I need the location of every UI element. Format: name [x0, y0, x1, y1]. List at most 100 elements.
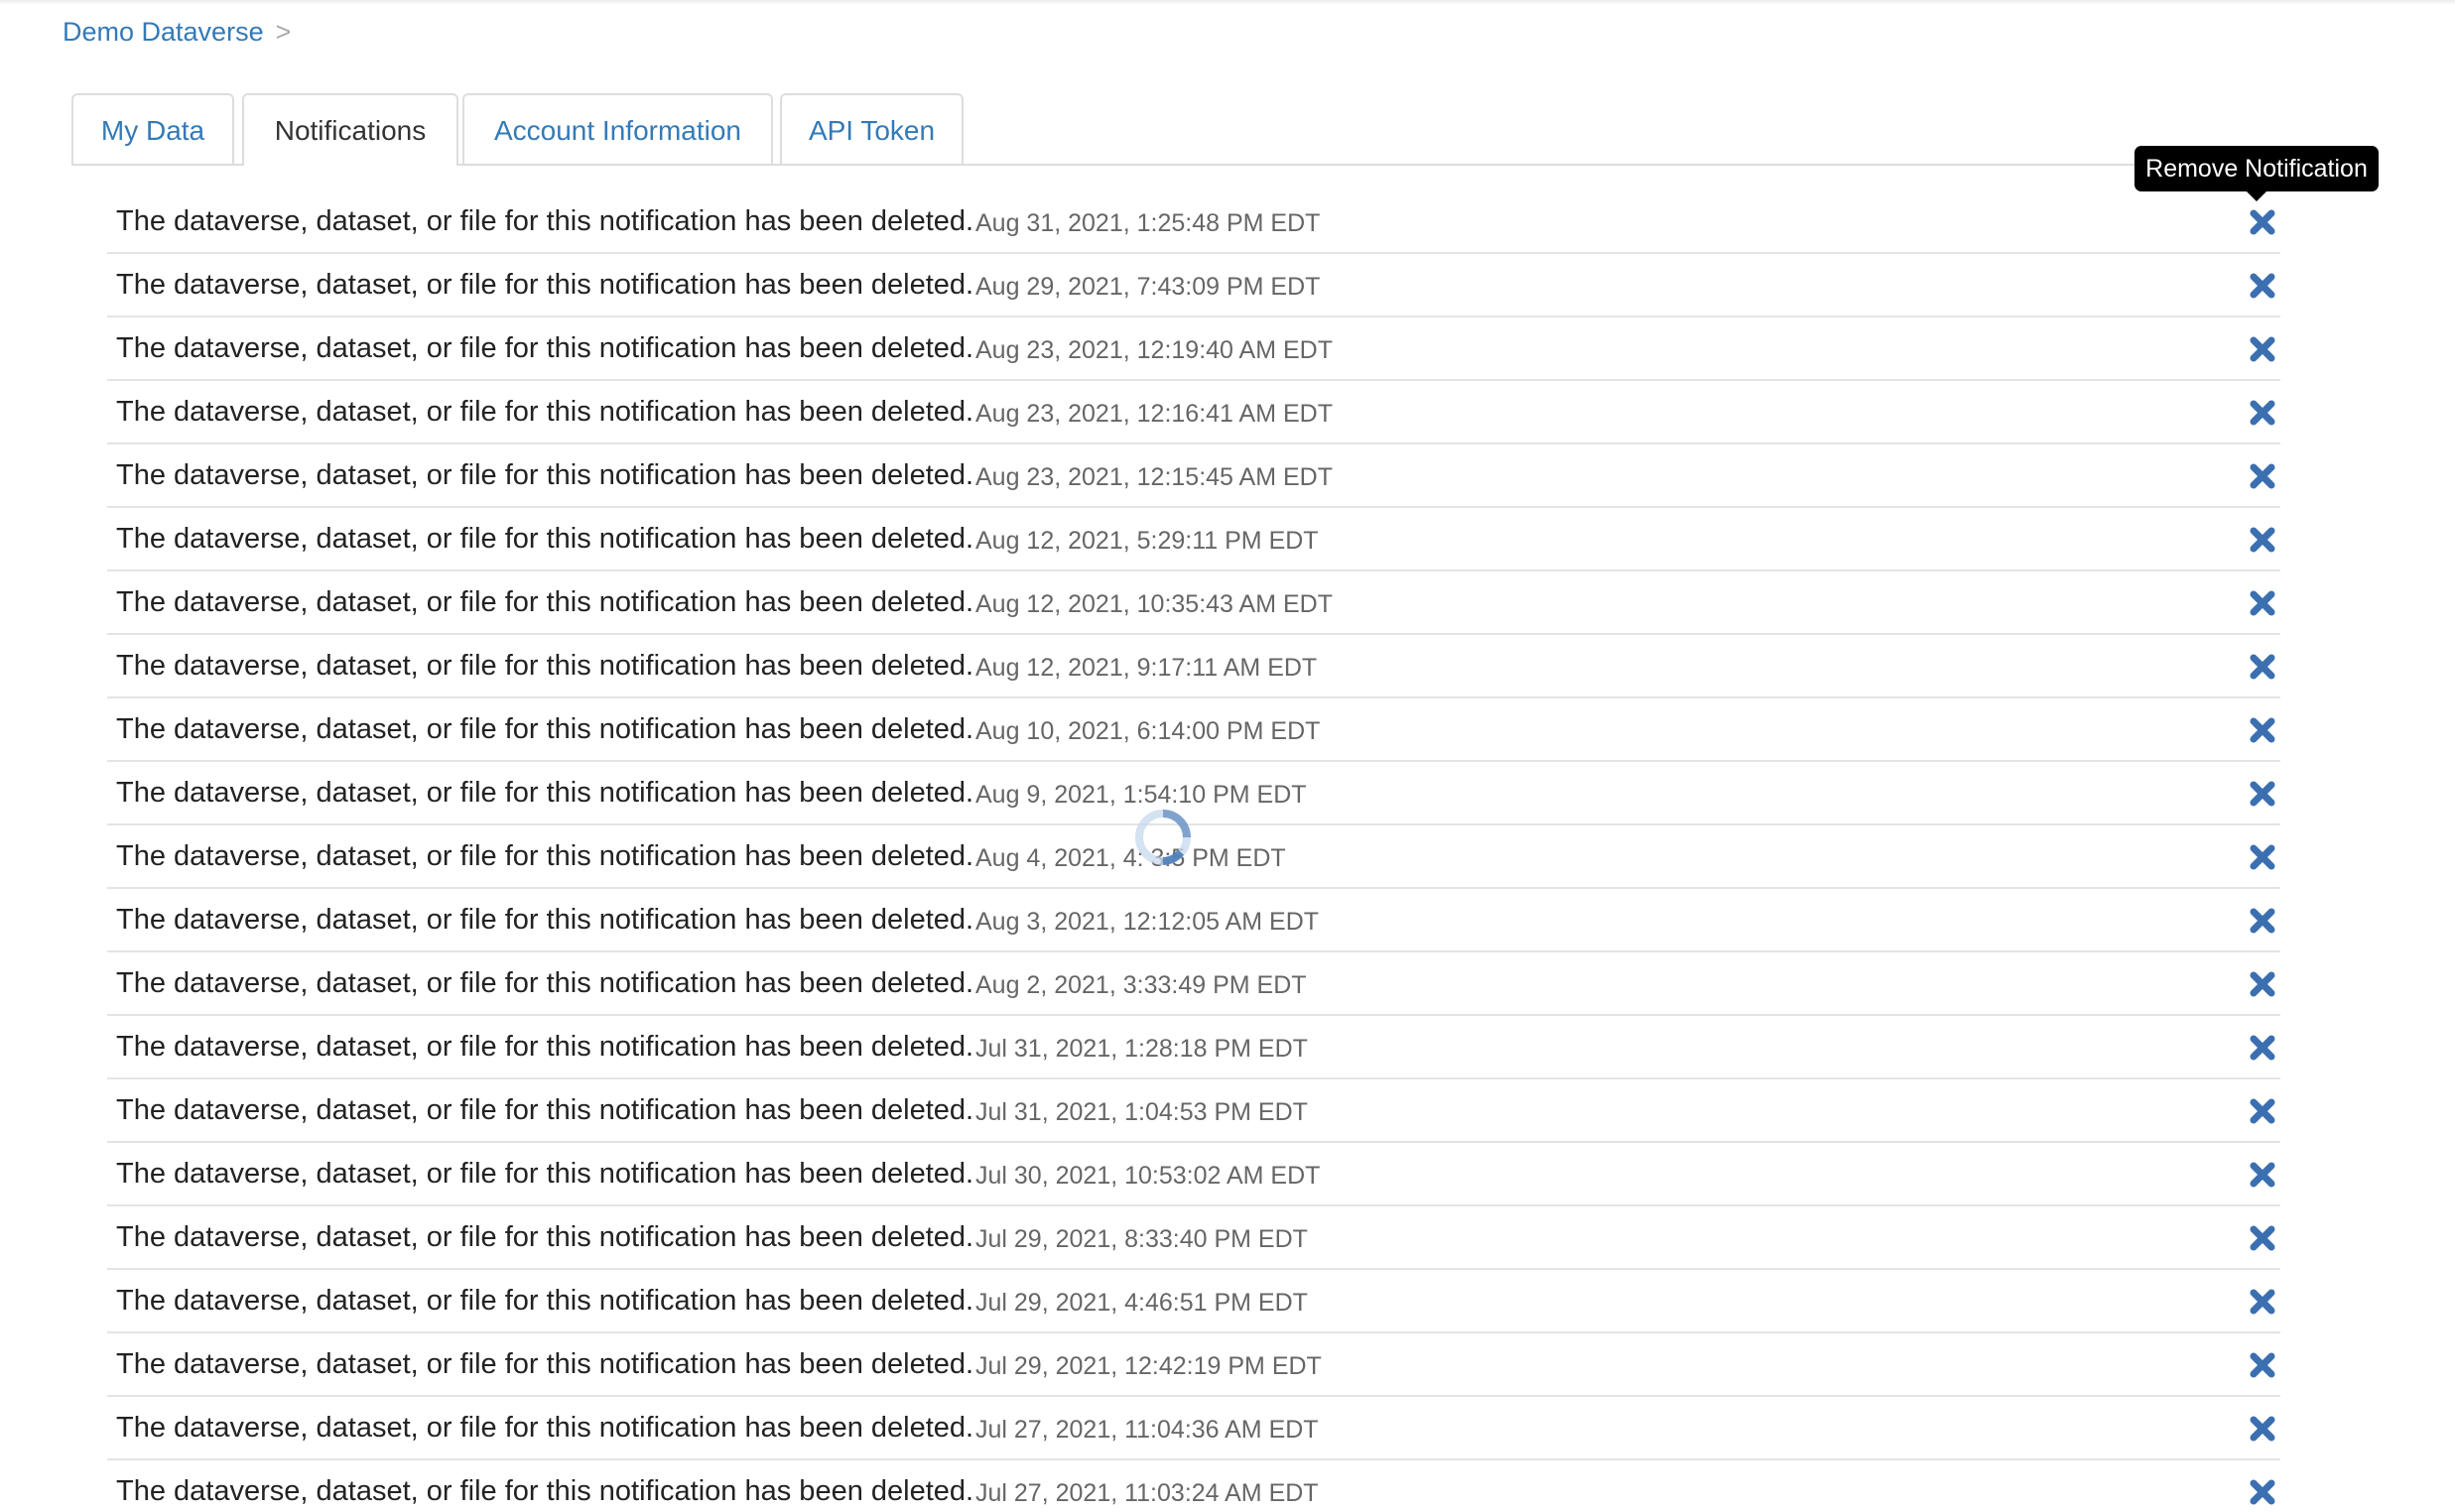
close-icon: [2250, 844, 2275, 870]
notification-timestamp: Aug 12, 2021, 5:29:11 PM EDT: [975, 527, 1319, 555]
notification-row: The dataverse, dataset, or file for this…: [107, 889, 2280, 952]
remove-notification-button[interactable]: [2245, 331, 2280, 367]
tab-notifications[interactable]: Notifications: [242, 93, 458, 166]
close-icon: [2250, 400, 2275, 426]
notification-row: The dataverse, dataset, or file for this…: [107, 190, 2280, 254]
remove-notification-button[interactable]: [2245, 839, 2280, 875]
notification-message: The dataverse, dataset, or file for this…: [116, 586, 974, 618]
notification-timestamp: Jul 29, 2021, 8:33:40 PM EDT: [975, 1225, 1308, 1253]
close-icon: [2250, 908, 2275, 934]
remove-notification-button[interactable]: [2245, 1411, 2280, 1447]
notification-row: The dataverse, dataset, or file for this…: [107, 635, 2280, 698]
remove-notification-button[interactable]: [2245, 1030, 2280, 1066]
notification-message: The dataverse, dataset, or file for this…: [116, 840, 974, 872]
notification-message: The dataverse, dataset, or file for this…: [116, 713, 974, 745]
notification-message: The dataverse, dataset, or file for this…: [116, 1158, 974, 1190]
notification-timestamp: Jul 30, 2021, 10:53:02 AM EDT: [975, 1162, 1321, 1190]
remove-notification-button[interactable]: [2245, 1474, 2280, 1510]
breadcrumb: Demo Dataverse >: [63, 14, 291, 50]
notification-message: The dataverse, dataset, or file for this…: [116, 396, 974, 428]
notification-row: The dataverse, dataset, or file for this…: [107, 381, 2280, 444]
notification-message: The dataverse, dataset, or file for this…: [116, 1412, 974, 1444]
notification-row: The dataverse, dataset, or file for this…: [107, 1206, 2280, 1270]
tab-my-data[interactable]: My Data: [71, 93, 234, 164]
notification-row: The dataverse, dataset, or file for this…: [107, 1079, 2280, 1143]
notification-row: The dataverse, dataset, or file for this…: [107, 952, 2280, 1016]
notification-message: The dataverse, dataset, or file for this…: [116, 1094, 974, 1126]
notification-timestamp: Aug 23, 2021, 12:15:45 AM EDT: [975, 463, 1333, 491]
notification-timestamp: Jul 27, 2021, 11:04:36 AM EDT: [975, 1416, 1319, 1444]
notification-timestamp: Aug 29, 2021, 7:43:09 PM EDT: [975, 273, 1321, 301]
remove-notification-button[interactable]: [2245, 458, 2280, 494]
close-icon: [2250, 209, 2275, 235]
close-icon: [2250, 1035, 2275, 1061]
notification-message: The dataverse, dataset, or file for this…: [116, 523, 974, 555]
notification-row: The dataverse, dataset, or file for this…: [107, 254, 2280, 317]
close-icon: [2250, 590, 2275, 616]
close-icon: [2250, 971, 2275, 997]
close-icon: [2250, 1479, 2275, 1505]
remove-notification-button[interactable]: [2245, 903, 2280, 939]
notification-row: The dataverse, dataset, or file for this…: [107, 1270, 2280, 1333]
notification-row: The dataverse, dataset, or file for this…: [107, 1333, 2280, 1397]
close-icon: [2250, 1098, 2275, 1124]
top-shade: [0, 0, 2455, 5]
notification-message: The dataverse, dataset, or file for this…: [116, 332, 974, 364]
notification-timestamp: Aug 12, 2021, 10:35:43 AM EDT: [975, 590, 1333, 618]
notification-row: The dataverse, dataset, or file for this…: [107, 1143, 2280, 1206]
remove-notification-button[interactable]: [2245, 1284, 2280, 1320]
close-icon: [2250, 654, 2275, 680]
remove-notification-button[interactable]: [2245, 712, 2280, 748]
remove-notification-button[interactable]: [2245, 1093, 2280, 1129]
notification-timestamp: Jul 27, 2021, 11:03:24 AM EDT: [975, 1479, 1319, 1507]
notification-message: The dataverse, dataset, or file for this…: [116, 967, 974, 999]
breadcrumb-root-link[interactable]: Demo Dataverse: [63, 17, 264, 47]
notification-timestamp: Aug 12, 2021, 9:17:11 AM EDT: [975, 654, 1318, 682]
notification-message: The dataverse, dataset, or file for this…: [116, 269, 974, 301]
remove-notification-button[interactable]: [2245, 966, 2280, 1002]
notification-row: The dataverse, dataset, or file for this…: [107, 1460, 2280, 1512]
notification-message: The dataverse, dataset, or file for this…: [116, 205, 974, 237]
remove-notification-button[interactable]: [2245, 1347, 2280, 1383]
remove-notification-button[interactable]: [2245, 649, 2280, 685]
notification-message: The dataverse, dataset, or file for this…: [116, 1285, 974, 1317]
remove-notification-button[interactable]: [2245, 585, 2280, 621]
notification-row: The dataverse, dataset, or file for this…: [107, 698, 2280, 762]
remove-notification-button[interactable]: [2245, 1220, 2280, 1256]
notification-message: The dataverse, dataset, or file for this…: [116, 904, 974, 936]
tooltip-arrow: [2246, 190, 2267, 201]
breadcrumb-separator: >: [275, 17, 292, 47]
close-icon: [2250, 463, 2275, 489]
notification-timestamp: Jul 29, 2021, 4:46:51 PM EDT: [975, 1289, 1308, 1317]
notification-message: The dataverse, dataset, or file for this…: [116, 650, 974, 682]
close-icon: [2250, 527, 2275, 553]
account-tabs: My Data Notifications Account Informatio…: [71, 93, 2280, 166]
remove-notification-button[interactable]: [2245, 204, 2280, 240]
tab-api-token[interactable]: API Token: [780, 93, 964, 164]
notification-message: The dataverse, dataset, or file for this…: [116, 1221, 974, 1253]
remove-notification-button[interactable]: [2245, 776, 2280, 812]
notification-timestamp: Jul 29, 2021, 12:42:19 PM EDT: [975, 1352, 1322, 1380]
notification-message: The dataverse, dataset, or file for this…: [116, 1475, 974, 1507]
remove-notification-button[interactable]: [2245, 1157, 2280, 1193]
remove-notification-button[interactable]: [2245, 395, 2280, 431]
notification-timestamp: Jul 31, 2021, 1:04:53 PM EDT: [975, 1098, 1308, 1126]
tooltip-text: Remove Notification: [2145, 155, 2368, 183]
notification-timestamp: Aug 31, 2021, 1:25:48 PM EDT: [975, 209, 1321, 237]
notification-row: The dataverse, dataset, or file for this…: [107, 1397, 2280, 1460]
notification-row: The dataverse, dataset, or file for this…: [107, 508, 2280, 571]
close-icon: [2250, 1289, 2275, 1315]
notification-message: The dataverse, dataset, or file for this…: [116, 1348, 974, 1380]
close-icon: [2250, 1225, 2275, 1251]
close-icon: [2250, 1416, 2275, 1442]
remove-notification-button[interactable]: [2245, 268, 2280, 304]
notification-message: The dataverse, dataset, or file for this…: [116, 459, 974, 491]
tab-account-information[interactable]: Account Information: [462, 93, 773, 164]
close-icon: [2250, 273, 2275, 299]
notification-timestamp: Aug 23, 2021, 12:19:40 AM EDT: [975, 336, 1333, 364]
close-icon: [2250, 336, 2275, 362]
remove-notification-button[interactable]: [2245, 522, 2280, 558]
remove-notification-tooltip: Remove Notification: [2134, 146, 2379, 201]
notification-message: The dataverse, dataset, or file for this…: [116, 777, 974, 809]
notification-timestamp: Aug 3, 2021, 12:12:05 AM EDT: [975, 908, 1320, 936]
